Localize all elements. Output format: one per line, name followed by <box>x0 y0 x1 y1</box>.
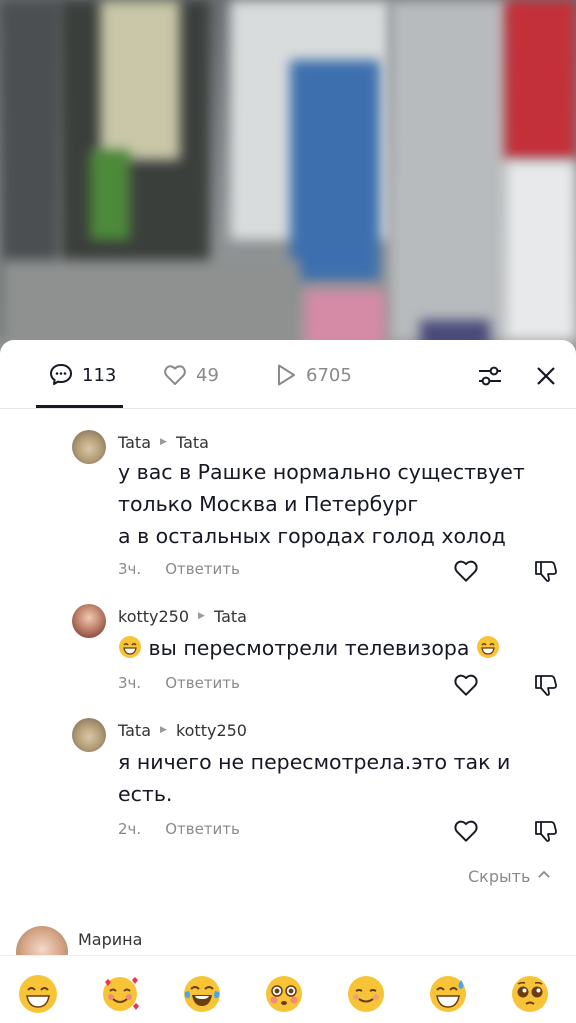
hide-replies-label: Скрыть <box>468 866 531 886</box>
like-heart-icon[interactable] <box>452 671 480 699</box>
comment-meta: 3ч. Ответить <box>118 674 240 692</box>
tab-likes[interactable]: 49 <box>162 360 219 390</box>
author-line: Tata ▶ kotty250 <box>118 718 247 742</box>
comment-time: 3ч. <box>118 560 142 578</box>
play-icon <box>274 362 298 388</box>
reply-arrow-icon: ▶ <box>160 725 167 735</box>
comment-icon <box>48 362 74 388</box>
comment-line: а в остальных городах голод холод <box>118 524 506 548</box>
likes-count: 49 <box>196 364 219 386</box>
comments-sheet: 113 49 6705 Tata ▶ Tata у вас в Рашке но… <box>0 340 576 1023</box>
sweat-smile-emoji-icon[interactable] <box>428 974 468 1014</box>
comment-time: 2ч. <box>118 820 142 838</box>
grin-emoji-icon[interactable] <box>18 974 58 1014</box>
video-background <box>0 0 576 360</box>
like-heart-icon[interactable] <box>452 557 480 585</box>
comment-line: я ничего не пересмотрела.это так и <box>118 750 511 774</box>
dislike-icon[interactable] <box>532 671 560 699</box>
author-name[interactable]: Tata <box>118 433 151 452</box>
comment-line: вы пересмотрели телевизора <box>148 636 470 660</box>
comment-text: у вас в Рашке нормально существует тольк… <box>118 456 548 552</box>
comments-count: 113 <box>82 364 117 386</box>
author-name[interactable]: Tata <box>118 721 151 740</box>
filter-icon[interactable] <box>476 362 504 390</box>
author-line: kotty250 ▶ Tata <box>118 604 247 628</box>
tab-views[interactable]: 6705 <box>274 360 352 390</box>
close-icon[interactable] <box>532 362 560 390</box>
comment-line: есть. <box>118 782 173 806</box>
emoji-quick-bar <box>0 955 576 1023</box>
tab-comments[interactable]: 113 <box>48 360 116 390</box>
hide-replies-button[interactable]: Скрыть <box>468 866 552 886</box>
author-name[interactable]: kotty250 <box>118 607 189 626</box>
comment-text: я ничего не пересмотрела.это так и есть. <box>118 746 548 810</box>
dislike-icon[interactable] <box>532 817 560 845</box>
reply-button[interactable]: Ответить <box>165 560 240 578</box>
reply-button[interactable]: Ответить <box>165 820 240 838</box>
heart-icon <box>162 362 188 388</box>
reply-arrow-icon: ▶ <box>198 611 205 621</box>
reply-arrow-icon: ▶ <box>160 437 167 447</box>
dislike-icon[interactable] <box>532 557 560 585</box>
pleading-emoji-icon[interactable] <box>510 974 550 1014</box>
grinning-emoji-icon <box>118 635 142 659</box>
comment-item: Tata ▶ Tata у вас в Рашке нормально суще… <box>72 430 557 590</box>
author-name[interactable]: Марина <box>78 930 142 949</box>
comment-line: только Москва и Петербург <box>118 492 419 516</box>
reply-button[interactable]: Ответить <box>165 674 240 692</box>
comment-time: 3ч. <box>118 674 142 692</box>
tears-of-joy-emoji-icon[interactable] <box>182 974 222 1014</box>
active-tab-indicator <box>36 405 123 408</box>
like-heart-icon[interactable] <box>452 817 480 845</box>
smiling-hearts-emoji-icon[interactable] <box>100 974 140 1014</box>
smiling-emoji-icon[interactable] <box>346 974 386 1014</box>
comment-item: Tata ▶ kotty250 я ничего не пересмотрела… <box>72 718 557 848</box>
reply-to-name[interactable]: Tata <box>176 433 209 452</box>
author-line: Tata ▶ Tata <box>118 430 209 454</box>
avatar[interactable] <box>72 718 106 752</box>
reply-to-name[interactable]: kotty250 <box>176 721 247 740</box>
comment-meta: 3ч. Ответить <box>118 560 240 578</box>
avatar[interactable] <box>72 604 106 638</box>
views-count: 6705 <box>306 364 352 386</box>
comment-text: вы пересмотрели телевизора <box>118 632 548 664</box>
flushed-emoji-icon[interactable] <box>264 974 304 1014</box>
avatar[interactable] <box>72 430 106 464</box>
grinning-emoji-icon <box>476 635 500 659</box>
chevron-up-icon <box>536 866 552 886</box>
reply-to-name[interactable]: Tata <box>214 607 247 626</box>
comment-line: у вас в Рашке нормально существует <box>118 460 525 484</box>
comment-meta: 2ч. Ответить <box>118 820 240 838</box>
comments-header: 113 49 6705 <box>0 340 576 409</box>
comment-item: kotty250 ▶ Tata вы пересмотрели телевизо… <box>72 604 557 704</box>
